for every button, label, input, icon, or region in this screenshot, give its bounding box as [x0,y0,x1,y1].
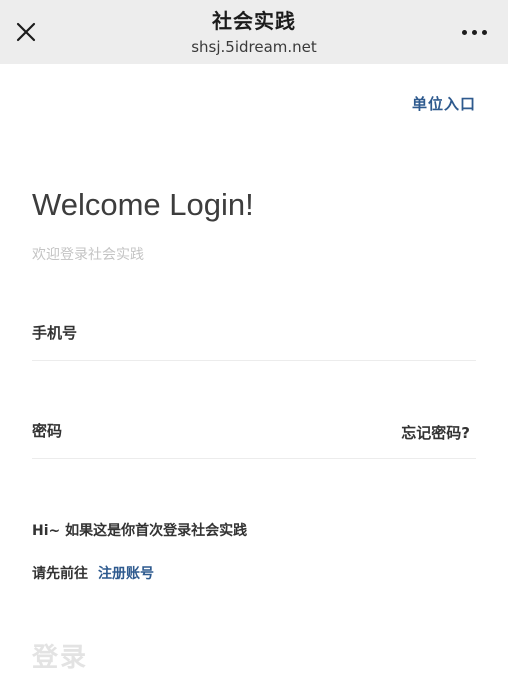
dot [462,30,467,35]
header-title-group: 社会实践 shsj.5idream.net [0,8,508,58]
page-url: shsj.5idream.net [191,38,317,56]
register-link[interactable]: 注册账号 [98,566,154,582]
login-button[interactable]: 登录 [32,640,88,676]
browser-header: 社会实践 shsj.5idream.net [0,0,508,64]
dot [482,30,487,35]
first-login-hint: Hi~ 如果这是你首次登录社会实践 [32,523,248,539]
more-dots-icon[interactable] [460,22,490,42]
welcome-heading: Welcome Login! [32,187,254,222]
password-field: 忘记密码? [32,408,476,459]
register-hint-prefix: 请先前往 [32,566,88,582]
forgot-password-link[interactable]: 忘记密码? [401,422,470,443]
dot [472,30,477,35]
page-title: 社会实践 [212,9,296,33]
phone-input[interactable] [32,318,372,348]
register-hint: 请先前往 注册账号 [32,563,154,583]
password-input[interactable] [32,416,372,446]
phone-field [32,310,476,361]
close-icon[interactable] [12,18,40,46]
unit-entry-link[interactable]: 单位入口 [412,93,476,114]
welcome-subtitle: 欢迎登录社会实践 [32,247,144,263]
